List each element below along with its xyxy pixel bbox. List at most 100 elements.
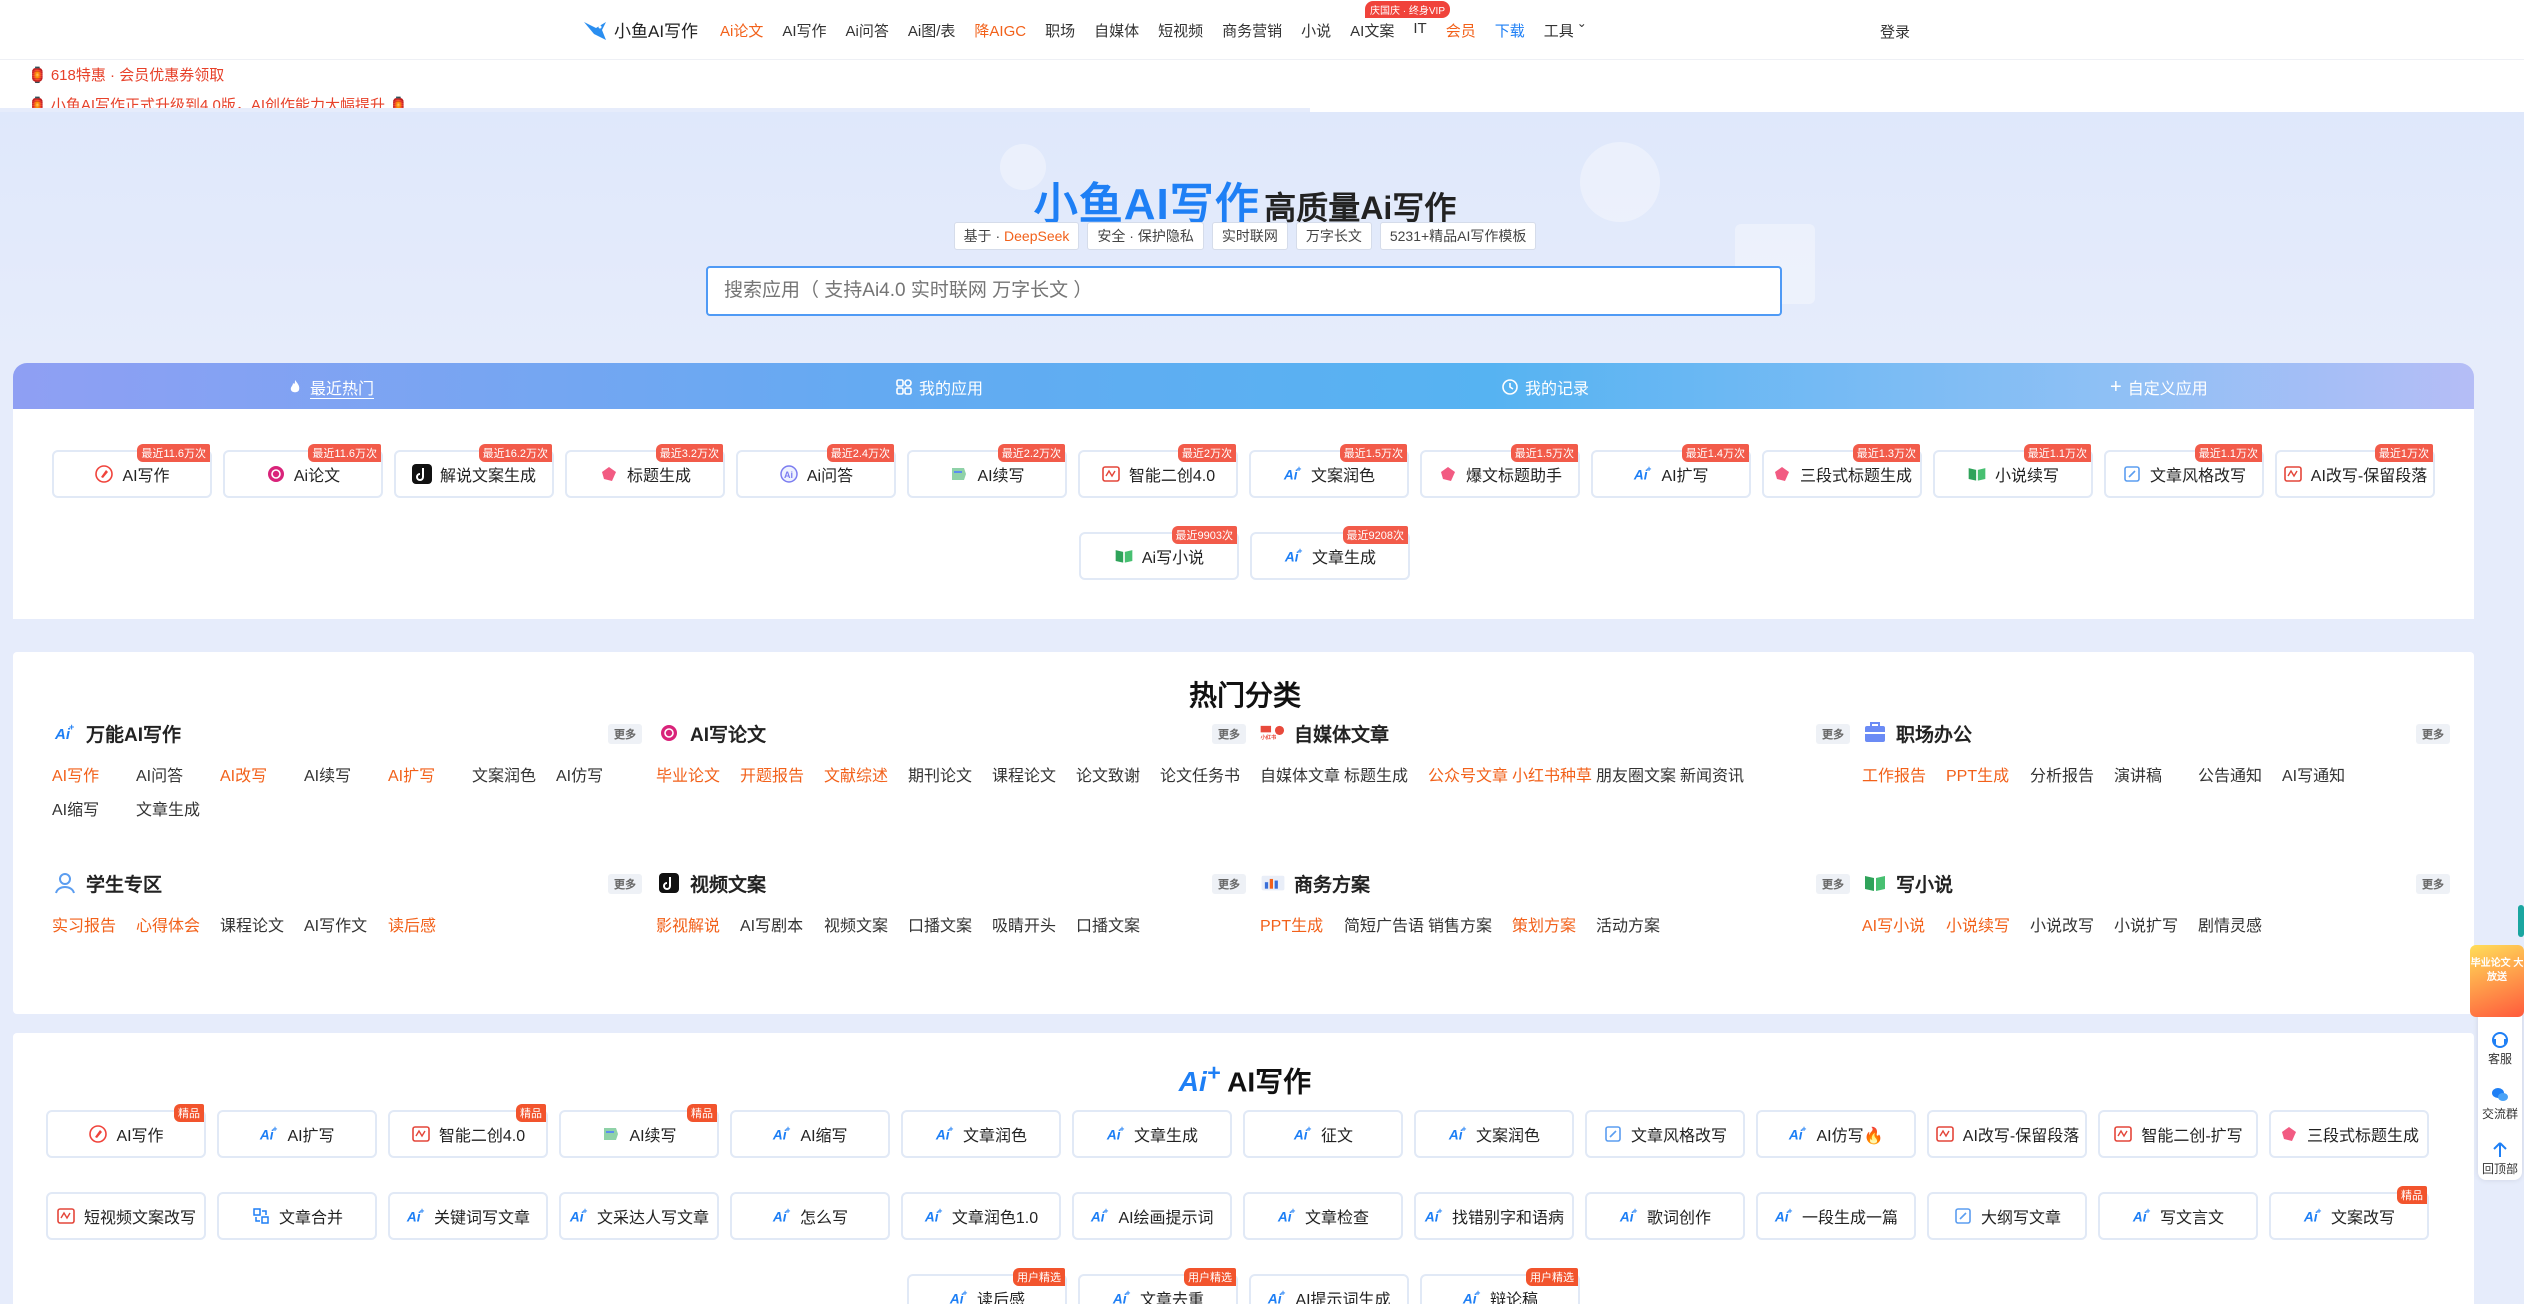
app-card[interactable]: 智能二创-扩写 [2098, 1110, 2258, 1158]
app-card[interactable]: Ai + AI扩写 [217, 1110, 377, 1158]
app-card[interactable]: Ai + 歌词创作 [1585, 1192, 1745, 1240]
app-card[interactable]: Ai + AI缩写 [730, 1110, 890, 1158]
more-button[interactable]: 更多 [1816, 724, 1850, 744]
app-card[interactable]: Ai论文 最近11.6万次 [223, 444, 383, 498]
app-card[interactable]: AI写作 最近11.6万次 [52, 444, 212, 498]
category-link[interactable]: 毕业论文 [656, 762, 740, 786]
category-title[interactable]: 自媒体文章 [1294, 720, 1389, 747]
app-card[interactable]: 大纲写文章 [1927, 1192, 2087, 1240]
category-link[interactable]: 文章生成 [136, 796, 220, 820]
nav-item[interactable]: 职场 [1045, 20, 1075, 41]
scrollbar-thumb[interactable] [2518, 905, 2524, 937]
category-link[interactable]: 公告通知 [2198, 762, 2282, 786]
login-link[interactable]: 登录 [1880, 21, 1910, 42]
category-title[interactable]: 学生专区 [86, 870, 162, 897]
category-link[interactable]: AI写小说 [1862, 912, 1946, 936]
nav-item[interactable]: 小说 [1301, 20, 1331, 41]
nav-item[interactable]: 会员 [1446, 20, 1476, 41]
app-card[interactable]: Ai + 文案改写 精品 [2269, 1186, 2429, 1240]
app-card[interactable]: Ai + 文采达人写文章 [559, 1192, 719, 1240]
app-card[interactable]: 标题生成 最近3.2万次 [565, 444, 725, 498]
app-card[interactable]: Ai + 辩论稿 用户精选 [1420, 1268, 1580, 1304]
more-button[interactable]: 更多 [1212, 874, 1246, 894]
nav-item[interactable]: 商务营销 [1222, 20, 1282, 41]
group-chat-button[interactable]: 交流群 [2482, 1085, 2518, 1122]
category-title[interactable]: 商务方案 [1294, 870, 1370, 897]
app-card[interactable]: Ai + AI提示词生成 [1249, 1274, 1409, 1304]
category-link[interactable]: 小红书种草 [1512, 762, 1596, 786]
app-card[interactable]: Ai + 文章润色1.0 [901, 1192, 1061, 1240]
app-card[interactable]: Ai + AI扩写 最近1.4万次 [1591, 444, 1751, 498]
tab-my-apps[interactable]: 我的应用 [895, 375, 983, 399]
category-link[interactable]: 口播文案 [908, 912, 992, 936]
category-link[interactable]: AI写作 [52, 762, 136, 786]
category-link[interactable]: AI写作文 [304, 912, 388, 936]
category-link[interactable]: AI扩写 [388, 762, 472, 786]
app-card[interactable]: Ai写小说 最近9903次 [1079, 526, 1239, 580]
app-card[interactable]: AI改写-保留段落 [1927, 1110, 2087, 1158]
nav-item[interactable]: Ai图/表 [908, 20, 956, 41]
category-link[interactable]: 论文任务书 [1160, 762, 1244, 786]
category-title[interactable]: 视频文案 [690, 870, 766, 897]
promo-float-banner[interactable]: 毕业论文 大放送 [2470, 945, 2524, 1017]
app-card[interactable]: Ai + 找错别字和语病 [1414, 1192, 1574, 1240]
app-card[interactable]: Ai + 文章检查 [1243, 1192, 1403, 1240]
nav-item[interactable]: IT [1413, 20, 1426, 41]
app-card[interactable]: 文章风格改写 最近1.1万次 [2104, 444, 2264, 498]
category-link[interactable]: 工作报告 [1862, 762, 1946, 786]
app-card[interactable]: 智能二创4.0 精品 [388, 1104, 548, 1158]
nav-item[interactable]: 降AIGC [974, 20, 1026, 41]
category-title[interactable]: 职场办公 [1896, 720, 1972, 747]
category-link[interactable]: 策划方案 [1512, 912, 1596, 936]
app-card[interactable]: 爆文标题助手 最近1.5万次 [1420, 444, 1580, 498]
category-link[interactable]: AI缩写 [52, 796, 136, 820]
more-button[interactable]: 更多 [1816, 874, 1850, 894]
category-link[interactable]: AI问答 [136, 762, 220, 786]
category-link[interactable]: 公众号文章 [1428, 762, 1512, 786]
category-link[interactable]: 销售方案 [1428, 912, 1512, 936]
category-link[interactable]: 视频文案 [824, 912, 908, 936]
back-to-top-button[interactable]: 回顶部 [2482, 1140, 2518, 1177]
category-link[interactable]: 心得体会 [136, 912, 220, 936]
app-card[interactable]: 小说续写 最近1.1万次 [1933, 444, 2093, 498]
category-link[interactable]: 小说改写 [2030, 912, 2114, 936]
app-card[interactable]: 智能二创4.0 最近2万次 [1078, 444, 1238, 498]
app-card[interactable]: Ai + 文案润色 [1414, 1110, 1574, 1158]
announcement-item[interactable]: 🏮 小鱼AI写作正式升级到4.0版，AI创作能力大幅提升 🏮 [28, 94, 408, 108]
category-link[interactable]: PPT生成 [1260, 912, 1344, 936]
tab-my-records[interactable]: 我的记录 [1501, 375, 1589, 399]
app-card[interactable]: Ai + AI绘画提示词 [1072, 1192, 1232, 1240]
nav-item[interactable]: 短视频 [1158, 20, 1203, 41]
category-link[interactable]: PPT生成 [1946, 762, 2030, 786]
category-link[interactable]: 朋友圈文案 [1596, 762, 1680, 786]
nav-item[interactable]: 自媒体 [1094, 20, 1139, 41]
app-card[interactable]: Ai + 征文 [1243, 1110, 1403, 1158]
brand[interactable]: 小鱼AI写作 [580, 14, 698, 44]
announcement-item[interactable]: 🏮 618特惠 · 会员优惠券领取 [28, 64, 224, 85]
app-card[interactable]: 短视频文案改写 [46, 1192, 206, 1240]
category-link[interactable]: 小说续写 [1946, 912, 2030, 936]
tab-custom-app[interactable]: + 自定义应用 [2110, 375, 2208, 399]
category-link[interactable]: AI改写 [220, 762, 304, 786]
category-link[interactable]: AI写剧本 [740, 912, 824, 936]
app-card[interactable]: Ai + 文章生成 [1072, 1110, 1232, 1158]
category-link[interactable]: 标题生成 [1344, 762, 1428, 786]
category-link[interactable]: AI写通知 [2282, 762, 2366, 786]
app-card[interactable]: Ai + 文案润色 最近1.5万次 [1249, 444, 1409, 498]
search-input[interactable] [706, 266, 1782, 316]
category-title[interactable]: 万能AI写作 [86, 720, 181, 747]
more-button[interactable]: 更多 [2416, 874, 2450, 894]
category-link[interactable]: 课程论文 [992, 762, 1076, 786]
category-link[interactable]: 开题报告 [740, 762, 824, 786]
category-link[interactable]: 影视解说 [656, 912, 740, 936]
category-link[interactable]: 小说扩写 [2114, 912, 2198, 936]
nav-item[interactable]: Ai问答 [846, 20, 889, 41]
app-card[interactable]: Ai + 写文言文 [2098, 1192, 2258, 1240]
nav-item[interactable]: 下载 [1495, 20, 1525, 41]
category-link[interactable]: 自媒体文章 [1260, 762, 1344, 786]
category-link[interactable]: 活动方案 [1596, 912, 1680, 936]
category-link[interactable]: AI续写 [304, 762, 388, 786]
category-link[interactable]: 口播文案 [1076, 912, 1160, 936]
app-card[interactable]: AI续写 精品 [559, 1104, 719, 1158]
app-card[interactable]: Ai + 关键词写文章 [388, 1192, 548, 1240]
